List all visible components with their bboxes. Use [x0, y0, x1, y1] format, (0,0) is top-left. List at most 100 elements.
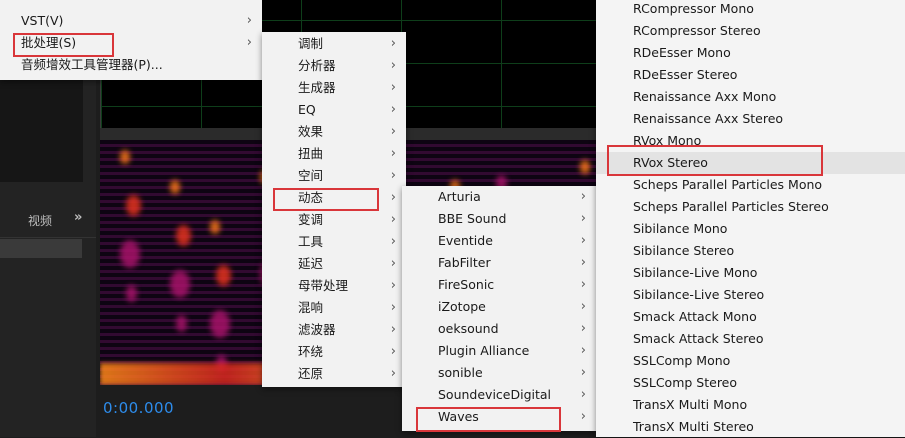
panel-overflow-icon[interactable]: »: [74, 210, 82, 225]
menu2-item-label: 还原: [298, 366, 324, 381]
spectral-energy: [580, 160, 590, 174]
chevron-right-icon: ›: [580, 233, 586, 248]
menu2-item-2[interactable]: 生成器 ›: [262, 77, 406, 99]
menu4-item-label: RDeEsser Mono: [633, 45, 731, 60]
menu2-item-label: 调制: [298, 36, 324, 51]
menu3-item-0[interactable]: Arturia ›: [402, 186, 596, 208]
menu3-item-label: BBE Sound: [438, 211, 507, 226]
menu2-item-6[interactable]: 空间 ›: [262, 165, 406, 187]
menu2-item-0[interactable]: 调制 ›: [262, 33, 406, 55]
spectral-energy: [176, 225, 191, 246]
chevron-right-icon: ›: [580, 277, 586, 292]
menu3-item-label: Eventide: [438, 233, 493, 248]
menu3-item-label: SoundeviceDigital: [438, 387, 552, 402]
menu3-item-label: Arturia: [438, 189, 481, 204]
menu2-item-1[interactable]: 分析器 ›: [262, 55, 406, 77]
menu4-item-15[interactable]: Smack Attack Stereo: [596, 328, 905, 350]
menu2-item-label: EQ: [298, 102, 316, 117]
menu3-item-9[interactable]: SoundeviceDigital ›: [402, 384, 596, 406]
menu4-item-13[interactable]: Sibilance-Live Stereo: [596, 284, 905, 306]
menu4-item-3[interactable]: RDeEsser Stereo: [596, 64, 905, 86]
menu2-item-10[interactable]: 延迟 ›: [262, 253, 406, 275]
tab-video[interactable]: 视频: [28, 212, 52, 229]
menu4-item-2[interactable]: RDeEsser Mono: [596, 42, 905, 64]
menu2-item-3[interactable]: EQ ›: [262, 99, 406, 121]
menu4-item-label: Scheps Parallel Particles Stereo: [633, 199, 829, 214]
menu4-item-0[interactable]: RCompressor Mono: [596, 0, 905, 20]
menu2-item-12[interactable]: 混响 ›: [262, 297, 406, 319]
menu4-item-label: Renaissance Axx Mono: [633, 89, 777, 104]
menu4-item-18[interactable]: TransX Multi Mono: [596, 394, 905, 416]
chevron-right-icon: ›: [390, 366, 396, 381]
menu3-item-label: oeksound: [438, 321, 499, 336]
chevron-right-icon: ›: [390, 80, 396, 95]
menu2-item-14[interactable]: 环绕 ›: [262, 341, 406, 363]
highlight-outline: [607, 145, 823, 176]
chevron-right-icon: ›: [580, 343, 586, 358]
menu3-item-4[interactable]: FireSonic ›: [402, 274, 596, 296]
left-panel-list: [0, 72, 83, 182]
chevron-right-icon: ›: [580, 299, 586, 314]
menu2-item-8[interactable]: 变调 ›: [262, 209, 406, 231]
highlight-outline: [416, 407, 561, 432]
menu4-item-12[interactable]: Sibilance-Live Mono: [596, 262, 905, 284]
menu2-item-label: 效果: [298, 124, 324, 139]
chevron-right-icon: ›: [390, 146, 396, 161]
menu4-item-1[interactable]: RCompressor Stereo: [596, 20, 905, 42]
chevron-right-icon: ›: [390, 168, 396, 183]
spectral-energy: [210, 220, 220, 234]
menu2-item-9[interactable]: 工具 ›: [262, 231, 406, 253]
menu1-item-label: 音频增效工具管理器(P)...: [21, 57, 163, 72]
menu4-item-label: RDeEsser Stereo: [633, 67, 738, 82]
menu4-item-5[interactable]: Renaissance Axx Stereo: [596, 108, 905, 130]
menu3-item-3[interactable]: FabFilter ›: [402, 252, 596, 274]
menu4-item-label: Smack Attack Mono: [633, 309, 757, 324]
menu4-item-label: Renaissance Axx Stereo: [633, 111, 784, 126]
menu4-item-label: TransX Multi Mono: [633, 397, 748, 412]
chevron-right-icon: ›: [390, 278, 396, 293]
menu2-item-label: 母带处理: [298, 278, 349, 293]
menu4-item-11[interactable]: Sibilance Stereo: [596, 240, 905, 262]
chevron-right-icon: ›: [390, 190, 396, 205]
menu3-item-6[interactable]: oeksound ›: [402, 318, 596, 340]
chevron-right-icon: ›: [390, 344, 396, 359]
spectral-energy: [120, 150, 130, 164]
menu4-item-10[interactable]: Sibilance Mono: [596, 218, 905, 240]
chevron-right-icon: ›: [390, 58, 396, 73]
chevron-right-icon: ›: [580, 365, 586, 380]
menu4-item-label: SSLComp Mono: [633, 353, 731, 368]
menu2-item-label: 分析器: [298, 58, 336, 73]
menu3-item-8[interactable]: sonible ›: [402, 362, 596, 384]
menu4-item-label: SSLComp Stereo: [633, 375, 738, 390]
effects-menu: VST(V) › 批处理(S) › 音频增效工具管理器(P)...: [0, 0, 262, 80]
menu2-item-15[interactable]: 还原 ›: [262, 363, 406, 385]
timecode-display[interactable]: 0:00.000: [103, 399, 174, 417]
menu3-item-7[interactable]: Plugin Alliance ›: [402, 340, 596, 362]
left-panel-row[interactable]: [0, 239, 82, 258]
chevron-right-icon: ›: [580, 387, 586, 402]
spectral-energy: [176, 315, 187, 332]
menu4-item-16[interactable]: SSLComp Mono: [596, 350, 905, 372]
menu1-item-2[interactable]: 音频增效工具管理器(P)...: [0, 54, 262, 76]
menu4-item-17[interactable]: SSLComp Stereo: [596, 372, 905, 394]
spectral-energy: [170, 270, 190, 298]
menu4-item-9[interactable]: Scheps Parallel Particles Stereo: [596, 196, 905, 218]
menu2-item-11[interactable]: 母带处理 ›: [262, 275, 406, 297]
menu3-item-5[interactable]: iZotope ›: [402, 296, 596, 318]
menu2-item-5[interactable]: 扭曲 ›: [262, 143, 406, 165]
menu4-item-14[interactable]: Smack Attack Mono: [596, 306, 905, 328]
chevron-right-icon: ›: [390, 256, 396, 271]
spectral-energy: [216, 265, 231, 286]
chevron-right-icon: ›: [246, 35, 252, 50]
menu2-item-label: 混响: [298, 300, 324, 315]
menu2-item-13[interactable]: 滤波器 ›: [262, 319, 406, 341]
menu4-item-19[interactable]: TransX Multi Stereo: [596, 416, 905, 438]
menu1-item-0[interactable]: VST(V) ›: [0, 10, 262, 32]
menu4-item-label: Scheps Parallel Particles Mono: [633, 177, 823, 192]
menu2-item-4[interactable]: 效果 ›: [262, 121, 406, 143]
menu3-item-1[interactable]: BBE Sound ›: [402, 208, 596, 230]
menu4-item-8[interactable]: Scheps Parallel Particles Mono: [596, 174, 905, 196]
chevron-right-icon: ›: [390, 212, 396, 227]
menu4-item-4[interactable]: Renaissance Axx Mono: [596, 86, 905, 108]
menu3-item-2[interactable]: Eventide ›: [402, 230, 596, 252]
